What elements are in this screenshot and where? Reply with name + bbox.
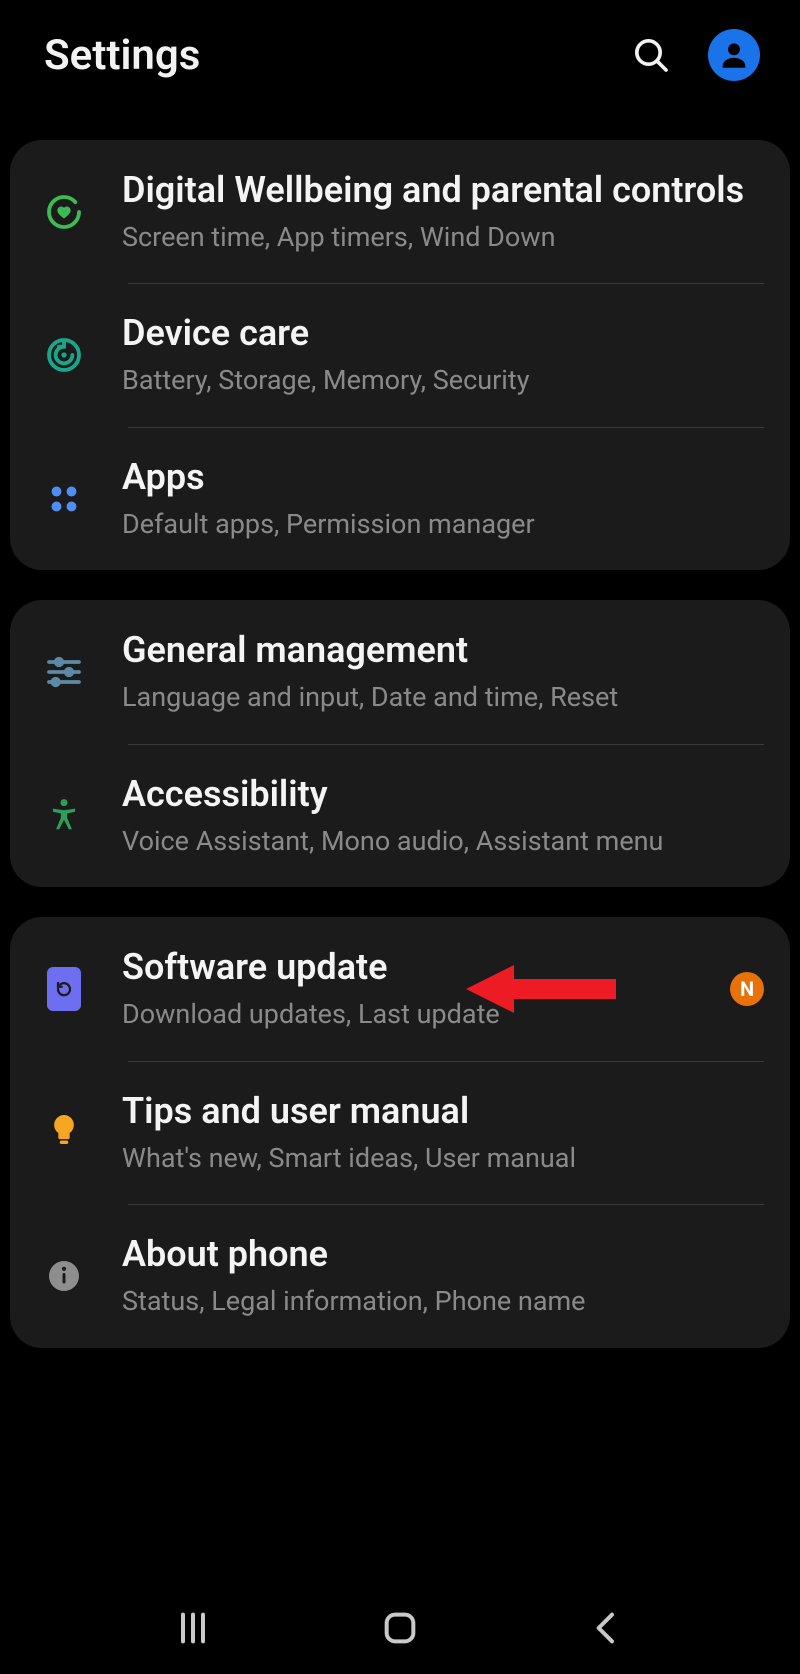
home-icon bbox=[380, 1608, 420, 1648]
back-icon bbox=[587, 1608, 627, 1648]
accessibility-icon bbox=[36, 787, 92, 843]
search-icon bbox=[631, 35, 671, 75]
settings-item-title: Device care bbox=[122, 311, 764, 356]
settings-group: Software update Download updates, Last u… bbox=[10, 917, 790, 1347]
sliders-icon bbox=[36, 644, 92, 700]
lightbulb-icon bbox=[36, 1104, 92, 1160]
settings-item-subtitle: Battery, Storage, Memory, Security bbox=[122, 362, 764, 398]
settings-item-apps[interactable]: Apps Default apps, Permission manager bbox=[10, 427, 790, 570]
settings-header: Settings bbox=[0, 0, 800, 110]
apps-icon bbox=[36, 471, 92, 527]
settings-item-title: Digital Wellbeing and parental controls bbox=[122, 168, 764, 213]
settings-item-subtitle: Voice Assistant, Mono audio, Assistant m… bbox=[122, 823, 764, 859]
settings-item-software-update[interactable]: Software update Download updates, Last u… bbox=[10, 917, 790, 1060]
settings-item-subtitle: Download updates, Last update bbox=[122, 996, 718, 1032]
settings-item-subtitle: Language and input, Date and time, Reset bbox=[122, 679, 764, 715]
home-button[interactable] bbox=[370, 1598, 430, 1658]
settings-group: General management Language and input, D… bbox=[10, 600, 790, 887]
settings-item-title: Accessibility bbox=[122, 772, 764, 817]
header-actions bbox=[628, 29, 760, 81]
settings-item-title: About phone bbox=[122, 1232, 764, 1277]
settings-item-wellbeing[interactable]: Digital Wellbeing and parental controls … bbox=[10, 140, 790, 283]
info-icon bbox=[36, 1248, 92, 1304]
back-button[interactable] bbox=[577, 1598, 637, 1658]
settings-item-subtitle: What's new, Smart ideas, User manual bbox=[122, 1140, 764, 1176]
recents-icon bbox=[173, 1608, 213, 1648]
person-icon bbox=[717, 38, 751, 72]
software-update-icon bbox=[36, 961, 92, 1017]
settings-item-subtitle: Screen time, App timers, Wind Down bbox=[122, 219, 764, 255]
recents-button[interactable] bbox=[163, 1598, 223, 1658]
settings-item-devicecare[interactable]: Device care Battery, Storage, Memory, Se… bbox=[10, 283, 790, 426]
settings-item-general[interactable]: General management Language and input, D… bbox=[10, 600, 790, 743]
settings-item-title: Software update bbox=[122, 945, 718, 990]
settings-item-title: Apps bbox=[122, 455, 764, 500]
page-title: Settings bbox=[44, 31, 628, 80]
devicecare-icon bbox=[36, 327, 92, 383]
notification-badge: N bbox=[730, 972, 764, 1006]
settings-item-title: Tips and user manual bbox=[122, 1089, 764, 1134]
settings-group: Digital Wellbeing and parental controls … bbox=[10, 140, 790, 570]
settings-item-accessibility[interactable]: Accessibility Voice Assistant, Mono audi… bbox=[10, 744, 790, 887]
settings-item-tips[interactable]: Tips and user manual What's new, Smart i… bbox=[10, 1061, 790, 1204]
settings-item-title: General management bbox=[122, 628, 764, 673]
account-avatar[interactable] bbox=[708, 29, 760, 81]
settings-item-subtitle: Status, Legal information, Phone name bbox=[122, 1283, 764, 1319]
settings-item-about[interactable]: About phone Status, Legal information, P… bbox=[10, 1204, 790, 1347]
search-button[interactable] bbox=[628, 32, 674, 78]
settings-item-subtitle: Default apps, Permission manager bbox=[122, 506, 764, 542]
settings-content: Digital Wellbeing and parental controls … bbox=[0, 140, 800, 1348]
navigation-bar bbox=[0, 1582, 800, 1674]
wellbeing-icon bbox=[36, 184, 92, 240]
